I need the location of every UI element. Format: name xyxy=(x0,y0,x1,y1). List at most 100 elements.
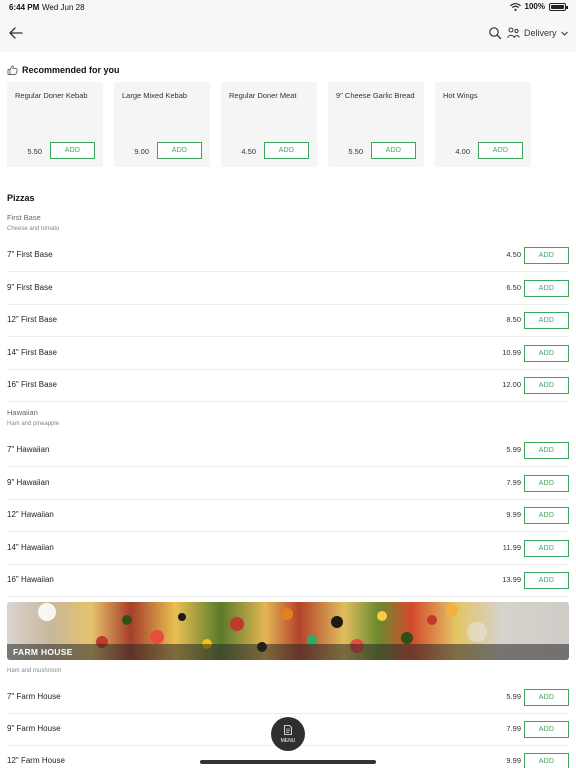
group-title-hawaiian: Hawaiian xyxy=(7,408,38,417)
wifi-icon xyxy=(509,2,521,11)
recommended-item-price: 4.50 xyxy=(241,147,256,156)
menu-item-price: 13.99 xyxy=(502,575,521,584)
group-subtitle-first-base: Cheese and tomato xyxy=(7,226,60,232)
menu-row[interactable]: 9" Hawaiian 7.99 ADD xyxy=(7,468,569,500)
add-button[interactable]: ADD xyxy=(371,142,416,159)
search-icon[interactable] xyxy=(488,26,502,40)
chevron-down-icon xyxy=(560,31,568,36)
menu-row[interactable]: 14" Hawaiian 11.99 ADD xyxy=(7,533,569,565)
add-button[interactable]: ADD xyxy=(264,142,309,159)
recommended-heading: Recommended for you xyxy=(7,65,120,75)
menu-item-name: 12" First Base xyxy=(7,315,57,324)
recommended-item-name: Hot Wings xyxy=(443,91,478,100)
add-button[interactable]: ADD xyxy=(524,377,569,394)
add-button[interactable]: ADD xyxy=(524,689,569,706)
group-subtitle-farm-house: Ham and mushroom xyxy=(7,668,62,674)
thumbs-up-icon xyxy=(7,65,18,75)
menu-row[interactable]: 7" First Base 4.50 ADD xyxy=(7,240,569,272)
menu-fab-label: MENU xyxy=(280,738,296,744)
status-right: 100% xyxy=(509,2,568,11)
farm-house-banner: FARM HOUSE xyxy=(7,602,569,660)
menu-row[interactable]: 9" First Base 6.50 ADD xyxy=(7,273,569,305)
menu-item-name: 14" First Base xyxy=(7,348,57,357)
recommended-card[interactable]: Large Mixed Kebab 9.00 ADD xyxy=(114,82,210,167)
add-button[interactable]: ADD xyxy=(524,247,569,264)
menu-item-price: 12.00 xyxy=(502,380,521,389)
menu-floating-button[interactable]: MENU xyxy=(271,717,305,751)
add-button[interactable]: ADD xyxy=(524,475,569,492)
recommended-card[interactable]: 9" Cheese Garlic Bread 5.50 ADD xyxy=(328,82,424,167)
menu-row[interactable]: 12" First Base 8.50 ADD xyxy=(7,305,569,337)
recommended-card[interactable]: Hot Wings 4.00 ADD xyxy=(435,82,531,167)
menu-item-name: 7" Hawaiian xyxy=(7,445,50,454)
status-time: 6:44 PM xyxy=(9,3,40,12)
status-date: Wed Jun 28 xyxy=(42,3,85,12)
menu-item-price: 5.99 xyxy=(506,692,521,701)
add-button[interactable]: ADD xyxy=(524,540,569,557)
add-button[interactable]: ADD xyxy=(524,345,569,362)
recommended-item-name: Regular Doner Kebab xyxy=(15,91,88,100)
menu-item-price: 7.99 xyxy=(506,478,521,487)
delivery-selector[interactable]: Delivery xyxy=(507,24,568,42)
group-title-first-base: First Base xyxy=(7,213,41,222)
recommended-item-name: 9" Cheese Garlic Bread xyxy=(336,91,415,100)
delivery-person-icon xyxy=(507,27,520,39)
nav-bar: Delivery xyxy=(0,14,576,52)
delivery-label: Delivery xyxy=(524,28,557,38)
recommended-item-name: Large Mixed Kebab xyxy=(122,91,188,100)
menu-item-price: 6.50 xyxy=(506,283,521,292)
recommended-item-price: 5.50 xyxy=(27,147,42,156)
menu-row[interactable]: 12" Hawaiian 9.99 ADD xyxy=(7,500,569,532)
menu-item-name: 12" Farm House xyxy=(7,756,65,765)
banner-label: FARM HOUSE xyxy=(13,647,73,657)
recommended-card[interactable]: Regular Doner Meat 4.50 ADD xyxy=(221,82,317,167)
menu-item-name: 9" Hawaiian xyxy=(7,478,50,487)
recommended-item-price: 9.00 xyxy=(134,147,149,156)
menu-item-price: 5.99 xyxy=(506,445,521,454)
menu-row[interactable]: 7" Hawaiian 5.99 ADD xyxy=(7,435,569,467)
menu-item-name: 7" Farm House xyxy=(7,692,61,701)
battery-percent: 100% xyxy=(524,2,545,11)
section-title-pizzas: Pizzas xyxy=(7,193,35,203)
menu-item-name: 16" First Base xyxy=(7,380,57,389)
banner-label-bar xyxy=(7,644,569,660)
menu-item-name: 14" Hawaiian xyxy=(7,543,54,552)
menu-item-name: 9" First Base xyxy=(7,283,53,292)
menu-item-name: 7" First Base xyxy=(7,250,53,259)
recommended-card[interactable]: Regular Doner Kebab 5.50 ADD xyxy=(7,82,103,167)
menu-row[interactable]: 14" First Base 10.99 ADD xyxy=(7,338,569,370)
menu-document-icon xyxy=(284,725,292,735)
add-button[interactable]: ADD xyxy=(524,572,569,589)
menu-row[interactable]: 16" First Base 12.00 ADD xyxy=(7,370,569,402)
menu-row[interactable]: 7" Farm House 5.99 ADD xyxy=(7,682,569,714)
add-button[interactable]: ADD xyxy=(524,753,569,768)
battery-icon xyxy=(549,2,568,11)
add-button[interactable]: ADD xyxy=(524,721,569,738)
add-button[interactable]: ADD xyxy=(524,280,569,297)
menu-item-name: 9" Farm House xyxy=(7,724,61,733)
menu-item-price: 8.50 xyxy=(506,315,521,324)
recommended-title: Recommended for you xyxy=(22,65,120,75)
add-button[interactable]: ADD xyxy=(50,142,95,159)
recommended-item-name: Regular Doner Meat xyxy=(229,91,297,100)
back-arrow-icon[interactable] xyxy=(6,23,26,43)
recommended-item-price: 4.00 xyxy=(455,147,470,156)
add-button[interactable]: ADD xyxy=(524,442,569,459)
menu-item-name: 16" Hawaiian xyxy=(7,575,54,584)
group-subtitle-hawaiian: Ham and pineapple xyxy=(7,421,60,427)
add-button[interactable]: ADD xyxy=(524,507,569,524)
menu-item-price: 9.99 xyxy=(506,756,521,765)
menu-item-price: 4.50 xyxy=(506,250,521,259)
add-button[interactable]: ADD xyxy=(478,142,523,159)
recommended-item-price: 5.50 xyxy=(348,147,363,156)
menu-item-name: 12" Hawaiian xyxy=(7,510,54,519)
menu-item-price: 10.99 xyxy=(502,348,521,357)
home-indicator[interactable] xyxy=(200,760,376,764)
menu-row[interactable]: 16" Hawaiian 13.99 ADD xyxy=(7,565,569,597)
status-bar: 6:44 PM Wed Jun 28 100% xyxy=(0,0,576,14)
menu-item-price: 9.99 xyxy=(506,510,521,519)
menu-item-price: 11.99 xyxy=(502,543,521,552)
add-button[interactable]: ADD xyxy=(157,142,202,159)
menu-item-price: 7.99 xyxy=(506,724,521,733)
add-button[interactable]: ADD xyxy=(524,312,569,329)
